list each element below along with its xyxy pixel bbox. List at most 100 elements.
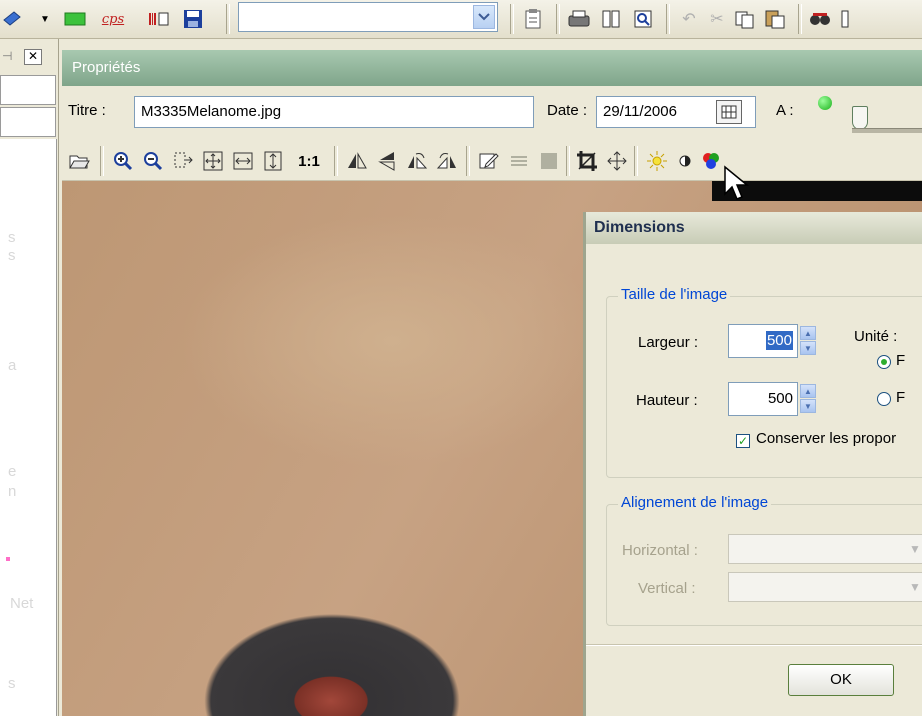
toolbar-separator [666, 4, 670, 34]
green-rectangle-icon[interactable] [62, 6, 88, 32]
largeur-label: Largeur : [638, 334, 699, 351]
clipboard-icon[interactable] [520, 6, 546, 32]
barcode-icon[interactable] [146, 6, 172, 32]
top-toolbar: ▼ cps ↶ ✂ [0, 0, 922, 39]
horizontal-label: Horizontal : [622, 542, 698, 559]
toolbar-separator [566, 146, 570, 176]
close-icon[interactable]: ✕ [24, 49, 42, 65]
contrast-icon[interactable] [672, 148, 698, 174]
toolbar-overflow-icon[interactable] [838, 6, 852, 32]
chevron-down-icon[interactable] [473, 5, 495, 29]
rotate-right-icon[interactable] [434, 148, 460, 174]
flip-vertical-icon[interactable] [374, 148, 400, 174]
list-item[interactable]: n [8, 483, 16, 500]
left-panel-field[interactable] [0, 107, 56, 137]
largeur-spinner[interactable]: ▲ ▼ [800, 326, 816, 356]
book-icon[interactable] [598, 6, 624, 32]
left-panel-list[interactable]: s s a e n Net s [0, 139, 57, 716]
cut-icon[interactable]: ✂ [704, 6, 730, 32]
color-balance-icon[interactable] [698, 148, 724, 174]
left-panel-field[interactable] [0, 75, 56, 105]
flip-horizontal-icon[interactable] [344, 148, 370, 174]
mouse-cursor-icon [722, 164, 752, 207]
titre-input[interactable]: M3335Melanome.jpg [134, 96, 534, 128]
a-label: A : [776, 102, 794, 119]
brightness-icon[interactable] [644, 148, 670, 174]
spin-up-icon[interactable]: ▲ [800, 384, 816, 398]
toolbar-separator [634, 146, 638, 176]
left-panel: ⊣ ✕ s s a e n Net s [0, 39, 59, 716]
pin-icon[interactable]: ⊣ [2, 49, 12, 63]
hauteur-input[interactable]: 500 [728, 382, 798, 416]
save-icon[interactable] [180, 6, 206, 32]
ok-button[interactable]: OK [788, 664, 894, 696]
toolbar-separator [556, 4, 560, 34]
edit-icon[interactable] [476, 148, 502, 174]
calendar-icon[interactable] [716, 100, 742, 124]
toolbar-separator [334, 146, 338, 176]
align-group [606, 504, 922, 626]
toolbar-separator [466, 146, 470, 176]
fit-height-icon[interactable] [260, 148, 286, 174]
align-group-label: Alignement de l'image [618, 494, 772, 511]
keep-ratio-checkbox[interactable]: ✓ [736, 434, 750, 448]
image-toolbar: 1:1 [62, 142, 922, 181]
fit-selection-icon[interactable] [170, 148, 196, 174]
zoom-in-icon[interactable] [110, 148, 136, 174]
chevron-down-icon: ▼ [909, 542, 921, 556]
slider-track[interactable] [852, 128, 922, 133]
list-item[interactable]: s [8, 675, 16, 692]
print-preview-icon[interactable] [630, 6, 656, 32]
toolbar-separator [226, 4, 230, 34]
lines-icon[interactable] [506, 148, 532, 174]
list-item[interactable]: s [8, 229, 16, 246]
rotate-left-icon[interactable] [404, 148, 430, 174]
dropdown-arrow-icon[interactable]: ▼ [40, 14, 50, 25]
chevron-down-icon: ▼ [909, 580, 921, 594]
list-item[interactable]: Net [10, 595, 33, 612]
vertical-select[interactable]: ▼ [728, 572, 922, 602]
printer-icon[interactable] [566, 6, 592, 32]
fit-width-icon[interactable] [230, 148, 256, 174]
open-folder-icon[interactable] [66, 148, 92, 174]
slider-thumb[interactable] [852, 106, 868, 130]
move-icon[interactable] [604, 148, 630, 174]
cps-icon[interactable]: cps [98, 6, 128, 32]
spin-down-icon[interactable]: ▼ [800, 399, 816, 413]
actual-size-button[interactable]: 1:1 [292, 148, 326, 174]
unit-radio-1[interactable] [877, 355, 891, 369]
titre-label: Titre : [68, 102, 106, 119]
list-item[interactable]: s [8, 247, 16, 264]
horizontal-select[interactable]: ▼ [728, 534, 922, 564]
date-label: Date : [547, 102, 588, 119]
paint-icon[interactable] [0, 6, 26, 32]
hauteur-spinner[interactable]: ▲ ▼ [800, 384, 816, 414]
fill-icon[interactable] [536, 148, 562, 174]
toolbar-separator [510, 4, 514, 34]
crop-icon[interactable] [574, 148, 600, 174]
unit-option-1-label: F [896, 352, 906, 369]
find-replace-icon[interactable] [808, 6, 834, 32]
list-item[interactable]: a [8, 357, 16, 374]
largeur-input[interactable]: 500 [728, 324, 798, 358]
dialog-title: Dimensions [586, 212, 922, 244]
paste-icon[interactable] [762, 6, 788, 32]
pink-marker [6, 557, 10, 561]
zoom-out-icon[interactable] [140, 148, 166, 174]
unit-option-2-label: F [896, 389, 906, 406]
fit-all-icon[interactable] [200, 148, 226, 174]
date-value: 29/11/2006 [603, 103, 677, 120]
size-group-label: Taille de l'image [618, 286, 731, 303]
unite-label: Unité : [854, 328, 898, 345]
properties-title: Propriétés [62, 50, 922, 86]
keep-ratio-label: Conserver les propor [756, 430, 897, 447]
dialog-divider [586, 644, 922, 646]
unit-radio-2[interactable] [877, 392, 891, 406]
copy-icon[interactable] [732, 6, 758, 32]
spin-down-icon[interactable]: ▼ [800, 341, 816, 355]
spin-up-icon[interactable]: ▲ [800, 326, 816, 340]
list-item[interactable]: e [8, 463, 16, 480]
dimensions-dialog: Dimensions Taille de l'image Largeur : 5… [583, 212, 922, 716]
undo-icon[interactable]: ↶ [676, 6, 702, 32]
top-combo-box[interactable] [238, 2, 498, 32]
